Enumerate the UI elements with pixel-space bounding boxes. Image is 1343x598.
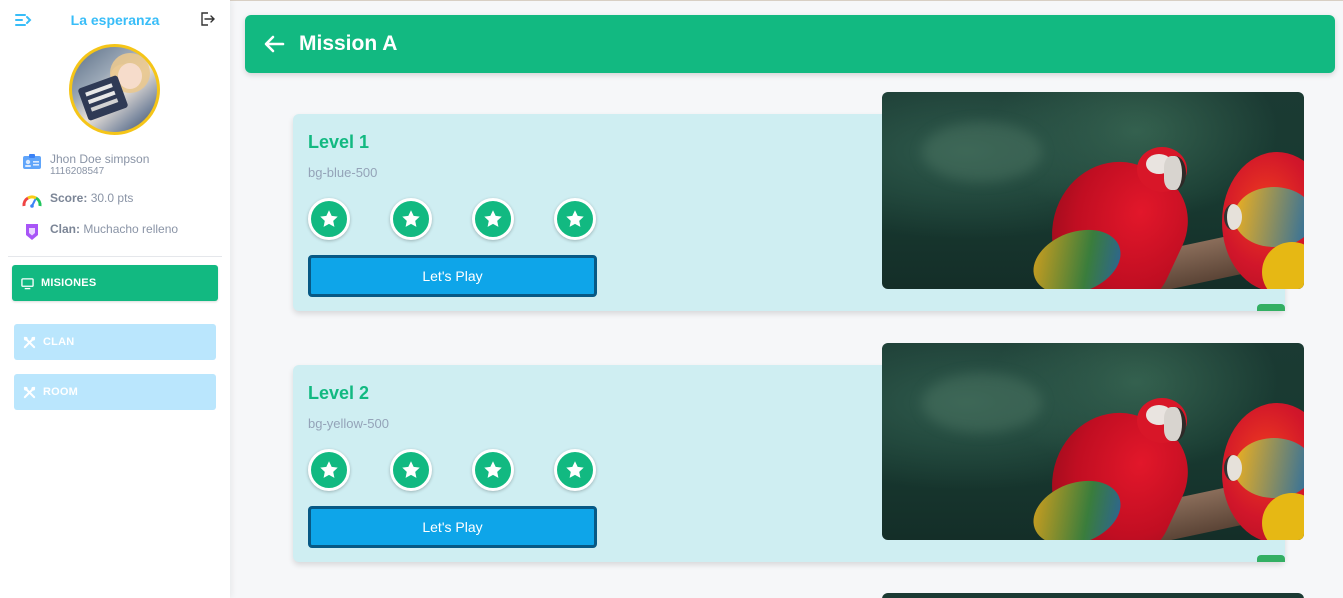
star-icon xyxy=(472,198,514,240)
sidebar-item-label: MISIONES xyxy=(41,277,97,289)
sidebar-item-label: ROOM xyxy=(43,386,79,398)
user-info-row: Jhon Doe simpson 1116208547 xyxy=(22,152,149,178)
sidebar-item-label: CLAN xyxy=(43,336,75,348)
level-image xyxy=(882,343,1304,540)
score-label: Score: xyxy=(50,191,88,205)
lets-play-button[interactable]: Let's Play xyxy=(308,506,597,548)
menu-toggle-icon[interactable] xyxy=(14,10,34,30)
clan-value: Muchacho relleno xyxy=(83,222,179,236)
mission-header: Mission A xyxy=(245,15,1335,73)
level-stars xyxy=(308,198,608,240)
star-icon xyxy=(308,198,350,240)
user-name: Jhon Doe simpson xyxy=(50,152,150,166)
star-icon xyxy=(308,449,350,491)
level-title: Level 1 xyxy=(308,132,370,152)
monitor-icon xyxy=(21,277,34,290)
star-icon xyxy=(390,449,432,491)
level-image xyxy=(882,92,1304,289)
gauge-icon xyxy=(22,191,42,211)
level-title: Level 2 xyxy=(308,383,370,403)
level-subtitle: bg-blue-500 xyxy=(308,165,378,180)
clan-badge-icon xyxy=(22,222,42,242)
score-value: 30.0 pts xyxy=(90,191,134,205)
sidebar-item-clan[interactable]: CLAN xyxy=(14,324,216,360)
page-title: Mission A xyxy=(299,32,398,55)
star-icon xyxy=(472,449,514,491)
sidebar-divider xyxy=(8,256,222,257)
level-image-next xyxy=(882,593,1304,598)
sidebar-header: La esperanza xyxy=(0,8,230,32)
tools-icon xyxy=(23,336,36,349)
avatar xyxy=(69,44,160,135)
card-corner-tab xyxy=(1257,304,1285,311)
app-title: La esperanza xyxy=(70,12,160,28)
avatar-photo-face xyxy=(118,63,142,89)
card-corner-tab xyxy=(1257,555,1285,562)
arrow-left-icon[interactable] xyxy=(263,34,285,54)
clan-row: Clan: Muchacho relleno xyxy=(22,222,178,242)
sidebar-item-misiones[interactable]: MISIONES xyxy=(12,265,218,301)
id-card-icon xyxy=(22,152,42,172)
sidebar-item-room[interactable]: ROOM xyxy=(14,374,216,410)
lets-play-button[interactable]: Let's Play xyxy=(308,255,597,297)
sidebar: La esperanza Jhon Doe simpson 1116208547… xyxy=(0,0,230,598)
level-subtitle: bg-yellow-500 xyxy=(308,416,389,431)
logout-icon[interactable] xyxy=(198,10,216,28)
star-icon xyxy=(390,198,432,240)
star-icon xyxy=(554,449,596,491)
star-icon xyxy=(554,198,596,240)
level-stars xyxy=(308,449,608,491)
tools-icon xyxy=(23,386,36,399)
score-row: Score: 30.0 pts xyxy=(22,191,133,211)
user-id: 1116208547 xyxy=(50,166,105,177)
clan-label: Clan: xyxy=(50,222,80,236)
